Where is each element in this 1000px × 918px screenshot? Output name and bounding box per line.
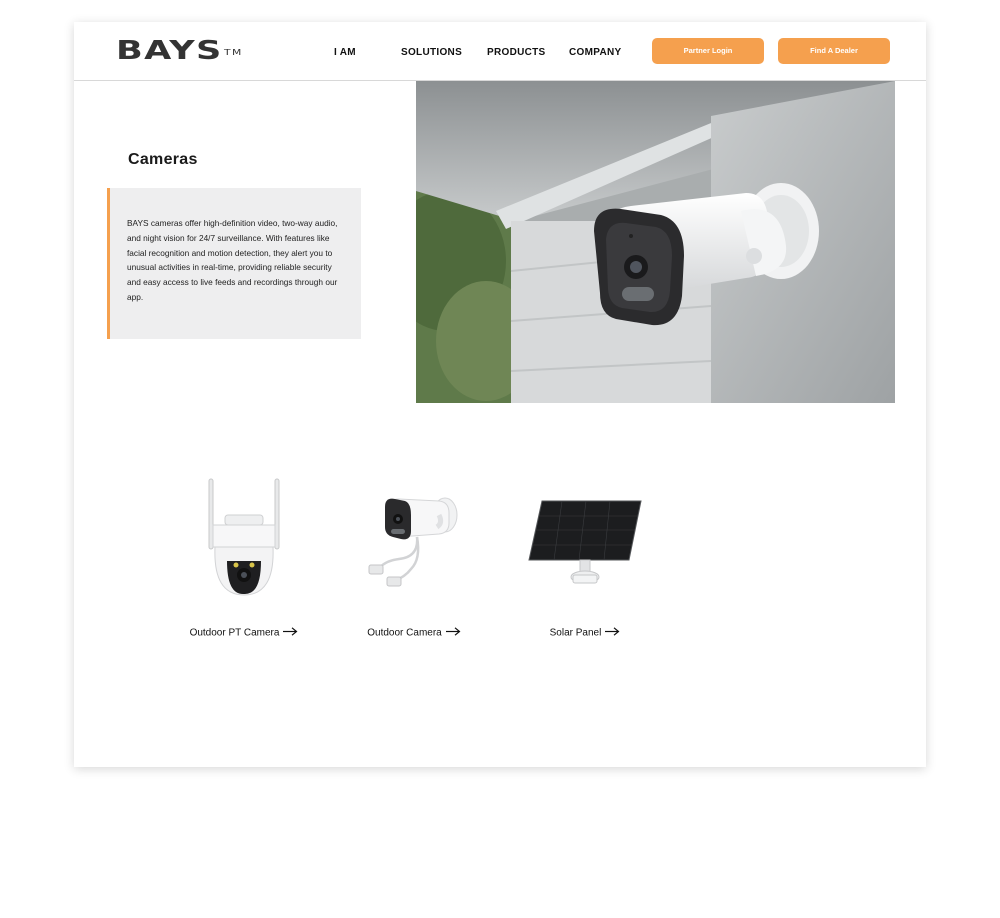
nav-solutions[interactable]: SOLUTIONS: [401, 47, 462, 58]
product-outdoor-pt-camera[interactable]: Outdoor PT Camera: [169, 477, 319, 647]
outdoor-camera-image: [339, 477, 489, 602]
bays-logo[interactable]: BAYSTM: [116, 36, 243, 66]
find-dealer-button[interactable]: Find A Dealer: [778, 38, 890, 64]
arrow-right-icon: [283, 627, 298, 639]
product-solar-panel[interactable]: Solar Panel: [510, 477, 660, 647]
arrow-right-icon: [605, 627, 620, 639]
solar-panel-image: [510, 477, 660, 602]
hero-camera-image: [416, 81, 895, 403]
site-header: BAYSTM I AM SOLUTIONS PRODUCTS COMPANY P…: [74, 22, 926, 81]
outdoor-pt-camera-image: [169, 477, 319, 602]
outdoor-pt-camera-label: Outdoor PT Camera: [189, 627, 280, 639]
partner-login-button[interactable]: Partner Login: [652, 38, 764, 64]
arrow-right-icon: [445, 627, 461, 639]
page-title: Cameras: [128, 151, 198, 168]
outdoor-pt-camera-link[interactable]: Outdoor PT Camera: [169, 627, 319, 639]
solar-panel-label: Solar Panel: [549, 627, 602, 639]
nav-company[interactable]: COMPANY: [569, 47, 621, 58]
solar-panel-link[interactable]: Solar Panel: [510, 627, 660, 639]
outdoor-camera-link[interactable]: Outdoor Camera: [339, 627, 489, 639]
description-panel: BAYS cameras offer high-definition video…: [107, 188, 361, 339]
trademark-mark: TM: [224, 48, 243, 57]
nav-i-am[interactable]: I AM: [334, 47, 356, 58]
brand-name: BAYS: [116, 36, 223, 66]
description-text: BAYS cameras offer high-definition video…: [127, 218, 338, 302]
outdoor-camera-label: Outdoor Camera: [367, 627, 442, 639]
page-card: BAYSTM I AM SOLUTIONS PRODUCTS COMPANY P…: [74, 22, 926, 767]
nav-products[interactable]: PRODUCTS: [487, 47, 546, 58]
product-outdoor-camera[interactable]: Outdoor Camera: [339, 477, 489, 647]
